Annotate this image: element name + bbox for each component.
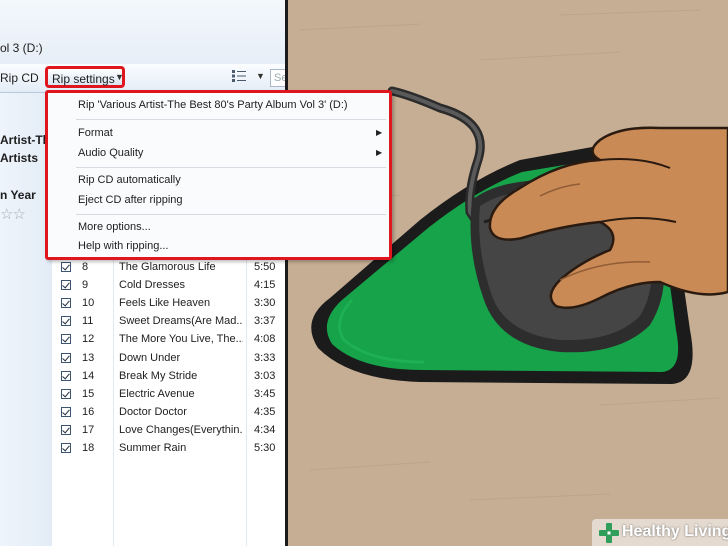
chevron-right-icon: ▶	[376, 148, 383, 157]
rip-settings-menu: Rip 'Various Artist-The Best 80's Party …	[45, 90, 392, 260]
track-title: Feels Like Heaven	[119, 297, 211, 309]
track-length: 4:15	[254, 279, 276, 291]
menu-item-eject-after-rip[interactable]: Eject CD after ripping	[78, 194, 183, 206]
healthy-living-logo-icon	[599, 523, 619, 543]
watermark-brand: Healthy Living	[622, 523, 728, 540]
track-title: Break My Stride	[119, 370, 198, 382]
track-number: 14	[82, 370, 95, 382]
view-options-icon[interactable]	[232, 70, 246, 82]
track-title: Doctor Doctor	[119, 406, 187, 418]
table-row[interactable]: 10 Feels Like Heaven 3:30	[52, 295, 285, 313]
track-checkbox[interactable]	[61, 407, 71, 417]
table-row[interactable]: 18 Summer Rain 5:30	[52, 440, 285, 458]
track-checkbox[interactable]	[61, 298, 71, 308]
table-row[interactable]: 14 Break My Stride 3:03	[52, 368, 285, 386]
track-number: 15	[82, 388, 95, 400]
track-title: Sweet Dreams(Are Mad...	[119, 315, 243, 327]
track-length: 3:45	[254, 388, 276, 400]
track-number: 17	[82, 424, 95, 436]
menu-item-help-ripping[interactable]: Help with ripping...	[78, 240, 169, 252]
track-checkbox[interactable]	[61, 316, 71, 326]
table-row[interactable]: 13 Down Under 3:33	[52, 350, 285, 368]
rating-stars[interactable]: ☆☆	[0, 205, 26, 223]
table-row[interactable]: 17 Love Changes(Everythin... 4:34	[52, 422, 285, 440]
track-number: 18	[82, 442, 95, 454]
menu-item-audio-quality[interactable]: Audio Quality	[78, 147, 143, 159]
search-input[interactable]: Se	[270, 69, 285, 87]
track-number: 8	[82, 261, 89, 273]
track-number: 12	[82, 333, 95, 345]
table-row[interactable]: 12 The More You Live, The... 4:08	[52, 331, 285, 349]
track-title: The More You Live, The...	[119, 333, 243, 345]
chevron-down-icon: ▼	[115, 72, 124, 82]
track-title: Electric Avenue	[119, 388, 195, 400]
track-number: 16	[82, 406, 95, 418]
table-row[interactable]: 9 Cold Dresses 4:15	[52, 277, 285, 295]
track-title: The Glamorous Life	[119, 261, 216, 273]
album-artists-label: Artists	[0, 151, 39, 165]
track-length: 4:34	[254, 424, 276, 436]
track-length: 5:30	[254, 442, 276, 454]
track-title: Cold Dresses	[119, 279, 186, 291]
track-number: 11	[82, 315, 94, 327]
track-checkbox[interactable]	[61, 334, 71, 344]
watermark: Healthy Living	[592, 519, 728, 546]
track-number: 10	[82, 297, 95, 309]
title-bar: ol 3 (D:)	[0, 0, 285, 65]
table-row[interactable]: 8 The Glamorous Life 5:50	[52, 259, 285, 277]
track-length: 4:35	[254, 406, 276, 418]
window-title: ol 3 (D:)	[0, 41, 43, 55]
track-checkbox[interactable]	[61, 280, 71, 290]
table-row[interactable]: 11 Sweet Dreams(Are Mad... 3:37	[52, 313, 285, 331]
menu-separator	[76, 167, 386, 168]
track-checkbox[interactable]	[61, 371, 71, 381]
menu-separator	[76, 119, 386, 120]
rip-settings-label: Rip settings	[52, 72, 115, 86]
track-title: Summer Rain	[119, 442, 187, 454]
media-player-window: ol 3 (D:) Rip CD Rip settings ▼ ▼ Se Art…	[0, 0, 288, 546]
track-checkbox[interactable]	[61, 425, 71, 435]
menu-item-more-options[interactable]: More options...	[78, 221, 151, 233]
toolbar: Rip CD Rip settings ▼ ▼ Se	[0, 64, 285, 93]
chevron-right-icon: ▶	[376, 128, 383, 137]
menu-item-rip-automatically[interactable]: Rip CD automatically	[78, 174, 181, 186]
album-year-label: n Year	[0, 188, 36, 202]
rip-cd-button[interactable]: Rip CD	[0, 71, 39, 85]
track-length: 4:08	[254, 333, 276, 345]
track-title: Down Under	[119, 352, 181, 364]
menu-item-rip-album[interactable]: Rip 'Various Artist-The Best 80's Party …	[78, 99, 348, 111]
track-title: Love Changes(Everythin...	[119, 424, 243, 436]
track-length: 3:37	[254, 315, 276, 327]
track-checkbox[interactable]	[61, 353, 71, 363]
track-number: 13	[82, 352, 95, 364]
track-length: 3:03	[254, 370, 276, 382]
track-checkbox[interactable]	[61, 389, 71, 399]
track-length: 3:30	[254, 297, 276, 309]
view-options-chevron-down-icon[interactable]: ▼	[256, 71, 265, 81]
track-number: 9	[82, 279, 89, 291]
rip-settings-button[interactable]: Rip settings ▼	[45, 66, 125, 88]
track-length: 3:33	[254, 352, 276, 364]
table-row[interactable]: 15 Electric Avenue 3:45	[52, 386, 285, 404]
track-checkbox[interactable]	[61, 443, 71, 453]
menu-separator	[76, 214, 386, 215]
table-row[interactable]: 16 Doctor Doctor 4:35	[52, 404, 285, 422]
track-length: 5:50	[254, 261, 276, 273]
track-checkbox[interactable]	[61, 262, 71, 272]
menu-item-format[interactable]: Format	[78, 127, 113, 139]
